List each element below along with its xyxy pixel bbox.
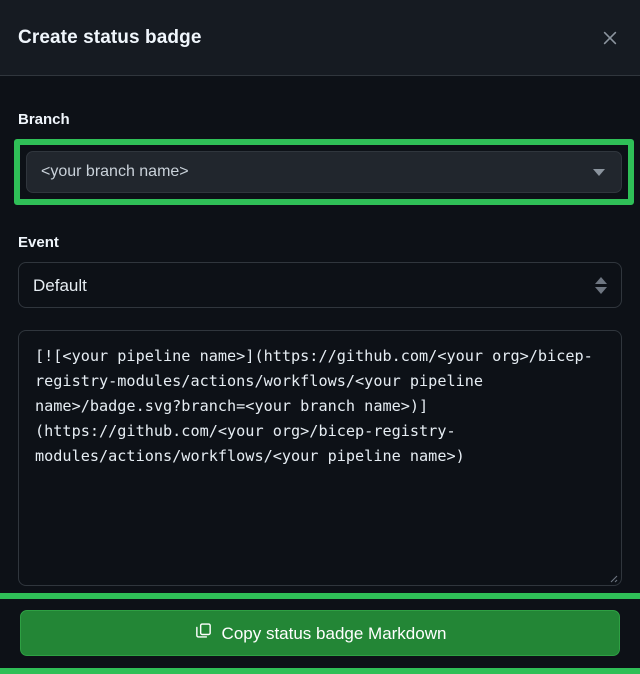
resize-grip[interactable] bbox=[606, 570, 618, 583]
close-button[interactable] bbox=[594, 22, 626, 54]
dialog-header: Create status badge bbox=[0, 0, 640, 76]
chevron-down-icon bbox=[595, 286, 607, 294]
create-status-badge-dialog: Create status badge Branch <your branch … bbox=[0, 0, 640, 674]
markdown-textarea[interactable]: [![<your pipeline name>](https://github.… bbox=[18, 330, 622, 586]
chevron-up-down-icon bbox=[595, 274, 607, 296]
branch-label: Branch bbox=[18, 111, 70, 128]
markdown-textarea-value: [![<your pipeline name>](https://github.… bbox=[35, 347, 593, 465]
chevron-up-icon bbox=[595, 276, 607, 284]
dialog-footer: Copy status badge Markdown bbox=[10, 605, 630, 662]
copy-button-label: Copy status badge Markdown bbox=[221, 623, 447, 643]
close-icon bbox=[601, 29, 619, 47]
dialog-body: Branch <your branch name> Event Default … bbox=[0, 76, 640, 674]
event-select[interactable]: Default bbox=[18, 262, 622, 308]
event-label: Event bbox=[18, 234, 59, 251]
page-title: Create status badge bbox=[18, 27, 202, 48]
event-select-value: Default bbox=[33, 275, 87, 295]
chevron-down-icon bbox=[593, 169, 605, 176]
branch-select-value: <your branch name> bbox=[41, 163, 189, 180]
copy-status-badge-markdown-button[interactable]: Copy status badge Markdown bbox=[20, 610, 620, 656]
branch-select[interactable]: <your branch name> bbox=[26, 151, 622, 193]
copy-button-highlight-annotation: Copy status badge Markdown bbox=[0, 593, 640, 674]
branch-highlight-annotation: <your branch name> bbox=[14, 139, 634, 205]
copy-icon bbox=[194, 621, 213, 645]
